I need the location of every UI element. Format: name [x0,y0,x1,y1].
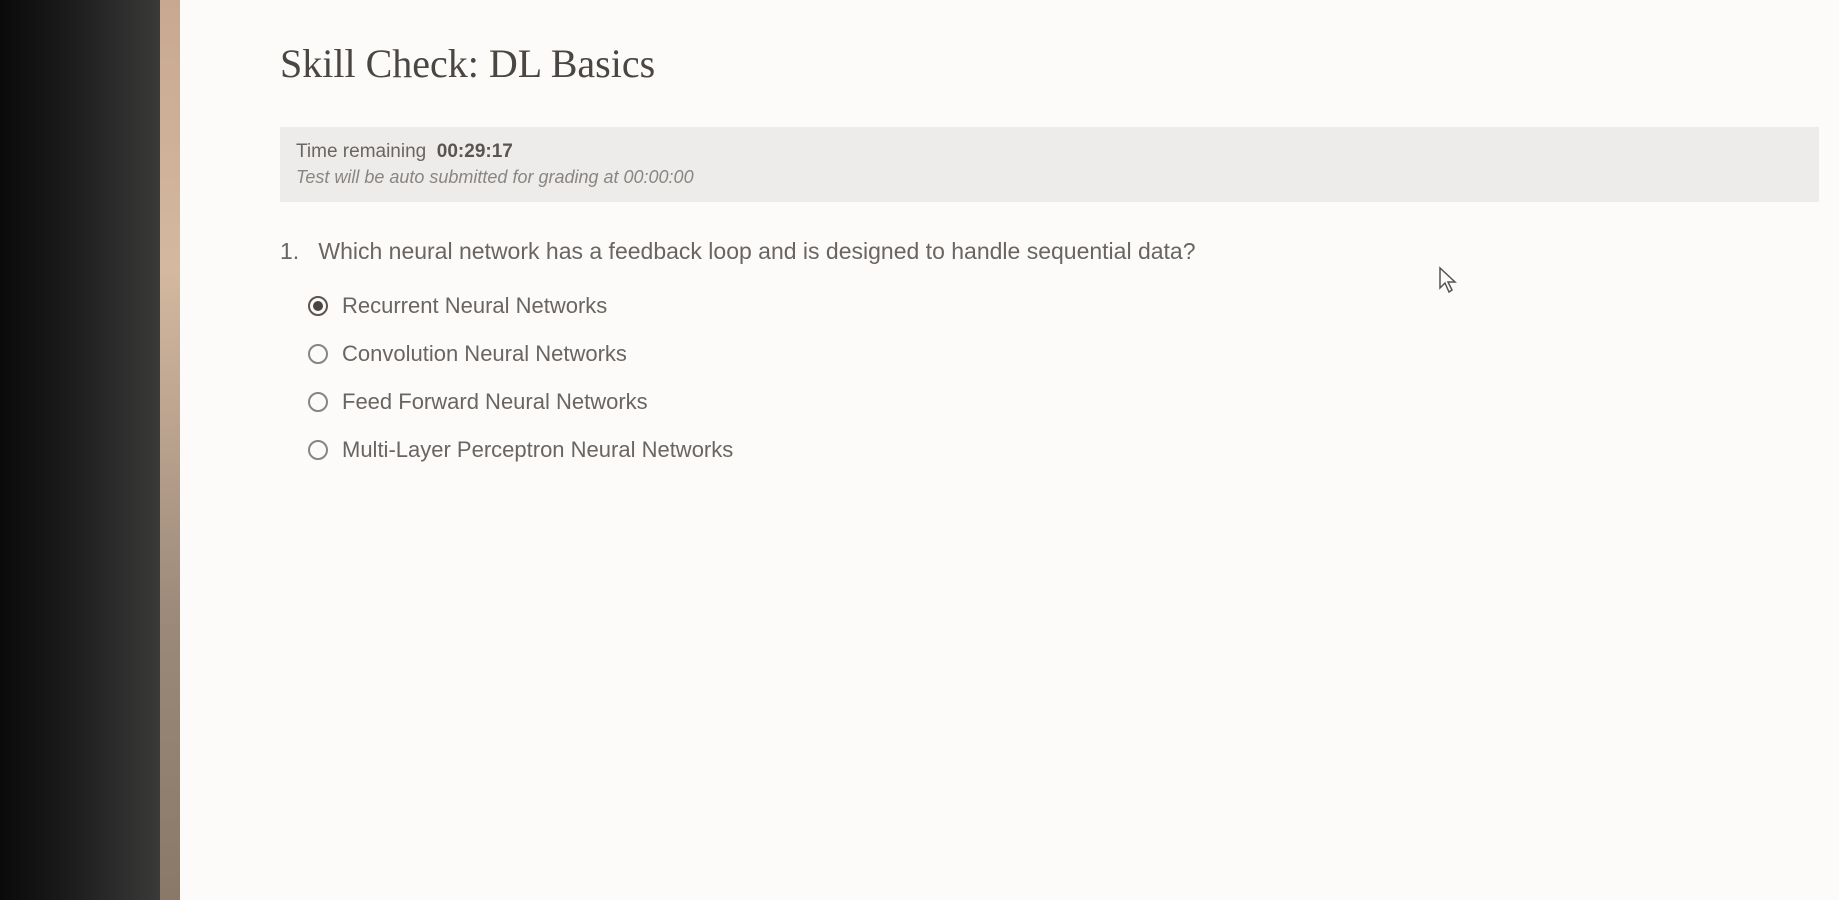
option-feedforward[interactable]: Feed Forward Neural Networks [308,389,1839,415]
question-block: 1. Which neural network has a feedback l… [280,238,1839,463]
question-text: 1. Which neural network has a feedback l… [280,238,1839,265]
option-label: Feed Forward Neural Networks [342,389,648,415]
option-label: Multi-Layer Perceptron Neural Networks [342,437,733,463]
timer-line: Time remaining 00:29:17 [296,141,1803,163]
question-body: Which neural network has a feedback loop… [318,238,1195,264]
timer-label: Time remaining [296,141,426,162]
option-label: Convolution Neural Networks [342,341,627,367]
cursor-icon [1437,266,1459,294]
radio-icon [308,440,328,460]
options-list: Recurrent Neural Networks Convolution Ne… [280,293,1839,463]
timer-banner: Time remaining 00:29:17 Test will be aut… [280,127,1819,202]
option-recurrent[interactable]: Recurrent Neural Networks [308,293,1839,319]
timer-note: Test will be auto submitted for grading … [296,167,1803,188]
option-label: Recurrent Neural Networks [342,293,607,319]
timer-value: 00:29:17 [437,141,513,162]
radio-icon [308,392,328,412]
option-convolution[interactable]: Convolution Neural Networks [308,341,1839,367]
quiz-content: Skill Check: DL Basics Time remaining 00… [180,0,1839,900]
photo-bezel-left [0,0,160,900]
radio-icon [308,344,328,364]
photo-strip [160,0,180,900]
question-number: 1. [280,238,299,264]
option-mlp[interactable]: Multi-Layer Perceptron Neural Networks [308,437,1839,463]
page-title: Skill Check: DL Basics [280,40,1839,87]
page-frame: Skill Check: DL Basics Time remaining 00… [0,0,1839,900]
radio-icon [308,296,328,316]
